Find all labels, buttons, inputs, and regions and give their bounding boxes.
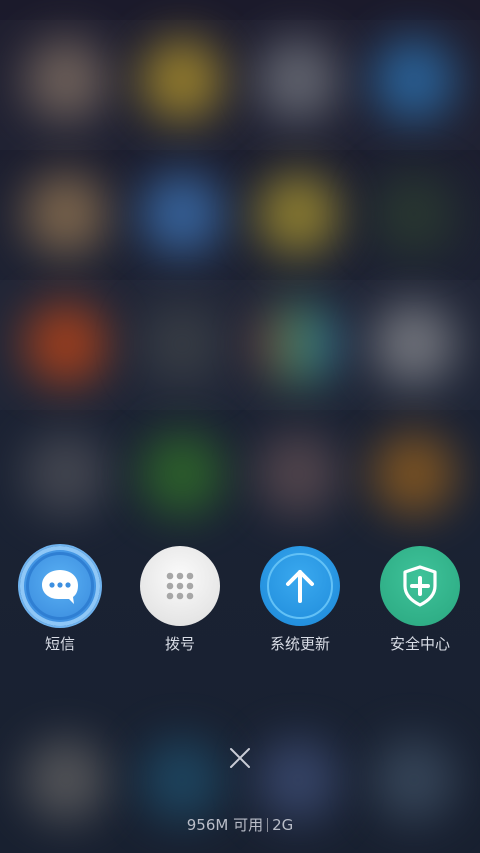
app-label: 拨号 — [164, 635, 195, 653]
memory-separator — [267, 818, 269, 832]
blurred-app-icon — [24, 172, 108, 256]
blurred-dock-icon — [372, 738, 456, 822]
blurred-app-icon — [24, 432, 108, 516]
memory-status: 956M 可用 2G — [0, 815, 480, 835]
dialpad-icon — [140, 546, 220, 626]
message-bubble-icon — [20, 546, 100, 626]
blurred-app-icon — [140, 172, 224, 256]
blurred-app-icon — [140, 38, 224, 122]
blurred-app-icon — [24, 302, 108, 386]
blurred-app-icon — [256, 172, 340, 256]
blurred-dock-icon — [256, 738, 340, 822]
close-icon[interactable] — [220, 738, 260, 778]
recent-app-security-center[interactable]: 安全中心 — [360, 546, 480, 654]
blurred-dock-icon — [24, 738, 108, 822]
blurred-app-icon — [372, 432, 456, 516]
blurred-app-icon — [372, 172, 456, 256]
blurred-dock-icon — [140, 738, 224, 822]
app-label: 安全中心 — [389, 635, 450, 653]
blurred-app-icon — [256, 302, 340, 386]
blurred-app-icon — [372, 302, 456, 386]
blurred-app-icon — [372, 38, 456, 122]
blurred-app-icon — [24, 38, 108, 122]
recent-app-dialer[interactable]: 拨号 — [120, 546, 240, 654]
arrow-up-icon — [260, 546, 340, 626]
blurred-app-icon — [256, 38, 340, 122]
app-label: 短信 — [44, 635, 75, 653]
recent-app-sms[interactable]: 短信 — [0, 546, 120, 654]
blurred-app-icon — [140, 302, 224, 386]
blurred-app-icon — [140, 432, 224, 516]
app-label: 系统更新 — [269, 635, 330, 653]
recent-app-system-update[interactable]: 系统更新 — [240, 546, 360, 654]
blurred-home-screen-background — [0, 0, 480, 853]
shield-plus-icon — [380, 546, 460, 626]
memory-total: 2G — [272, 816, 294, 834]
memory-available: 956M 可用 — [186, 816, 264, 834]
blurred-app-icon — [256, 432, 340, 516]
